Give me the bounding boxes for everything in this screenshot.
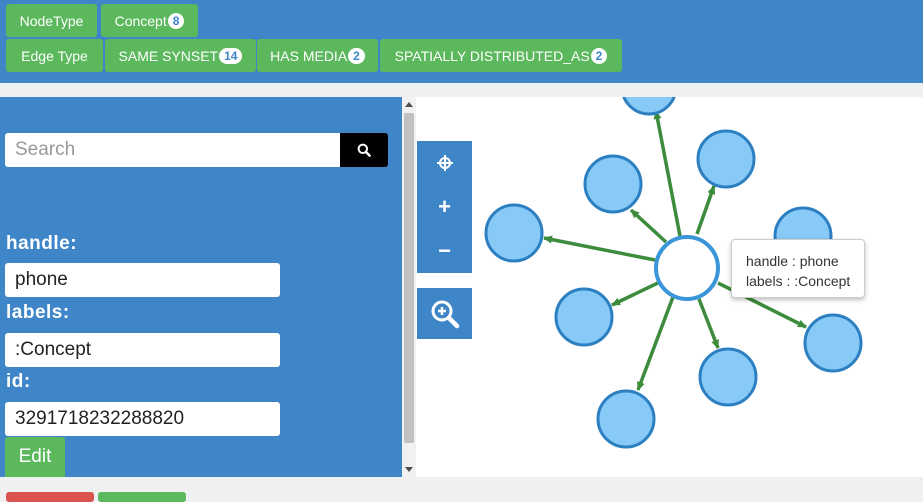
graph-node[interactable] [622, 97, 676, 116]
same-synset-label: SAME SYNSET [118, 47, 219, 64]
id-field[interactable]: 3291718232288820 [5, 402, 280, 436]
graph-node[interactable] [803, 313, 863, 373]
id-label: id: [6, 371, 31, 392]
zoom-in-icon: + [438, 194, 451, 219]
concept-count-badge: 8 [167, 12, 185, 29]
scroll-up-arrow-icon[interactable] [405, 102, 413, 107]
graph-edge [636, 296, 675, 391]
same-synset-filter-button[interactable]: SAME SYNSET 14 [105, 39, 256, 72]
graph-edge [653, 110, 682, 237]
concept-filter-button[interactable]: Concept 8 [101, 4, 198, 37]
spatially-distributed-count-badge: 2 [590, 47, 608, 64]
zoom-out-icon: − [438, 238, 451, 263]
bottom-green-button[interactable] [98, 492, 186, 502]
zoom-in-button[interactable]: + [417, 185, 472, 229]
search-icon [357, 143, 371, 157]
move-button[interactable] [417, 141, 472, 185]
has-media-filter-button[interactable]: HAS MEDIA 2 [257, 39, 378, 72]
graph-edge [697, 298, 720, 349]
graph-node[interactable] [698, 347, 758, 407]
graph-node[interactable] [596, 389, 656, 449]
labels-field[interactable]: :Concept [5, 333, 280, 367]
graph-edge [695, 185, 716, 235]
tooltip-labels-line: labels : :Concept [746, 273, 851, 289]
handle-field[interactable]: phone [5, 263, 280, 297]
labels-label: labels: [6, 302, 70, 323]
node-type-label: NodeType [19, 12, 84, 29]
graph-edge [543, 235, 656, 262]
has-media-count-badge: 2 [348, 47, 365, 64]
scroll-thumb[interactable] [404, 113, 414, 443]
has-media-label: HAS MEDIA [270, 47, 348, 64]
panel-scrollbar[interactable] [402, 97, 416, 477]
spatially-distributed-label: SPATIALLY DISTRIBUTED_AS [394, 47, 590, 64]
zoom-fit-button-inner[interactable] [417, 292, 472, 336]
tooltip-handle-line: handle : phone [746, 253, 839, 269]
filter-toolbar: NodeType Concept 8 Edge Type SAME SYNSET 1… [0, 0, 923, 83]
zoom-fit-icon [431, 300, 459, 329]
node-detail-panel: handle: phone labels: :Concept id: 32917… [0, 97, 402, 477]
graph-node[interactable] [554, 287, 614, 347]
edge-type-button[interactable]: Edge Type [6, 39, 103, 72]
concept-filter-label: Concept [114, 12, 167, 29]
spatially-distributed-filter-button[interactable]: SPATIALLY DISTRIBUTED_AS 2 [380, 39, 622, 72]
graph-node[interactable] [484, 203, 544, 263]
graph-edge [611, 280, 661, 307]
graph-edge [629, 208, 668, 244]
graph-node[interactable] [696, 129, 756, 189]
edge-type-label: Edge Type [21, 47, 88, 64]
node-tooltip: handle : phone labels : :Concept [731, 239, 865, 298]
zoom-fit-button[interactable] [417, 288, 472, 339]
search-input[interactable] [5, 133, 340, 167]
move-icon [436, 155, 453, 171]
edit-button[interactable]: Edit [5, 437, 65, 477]
graph-node[interactable] [583, 154, 643, 214]
selected-graph-node[interactable] [654, 235, 720, 301]
scroll-down-arrow-icon[interactable] [405, 467, 413, 472]
search-button[interactable] [340, 133, 388, 167]
zoom-out-button[interactable]: − [417, 229, 472, 273]
node-type-button[interactable]: NodeType [6, 4, 97, 37]
same-synset-count-badge: 14 [219, 47, 243, 64]
handle-label: handle: [6, 233, 78, 254]
bottom-red-button[interactable] [6, 492, 94, 502]
graph-control-group: + − [417, 141, 472, 273]
